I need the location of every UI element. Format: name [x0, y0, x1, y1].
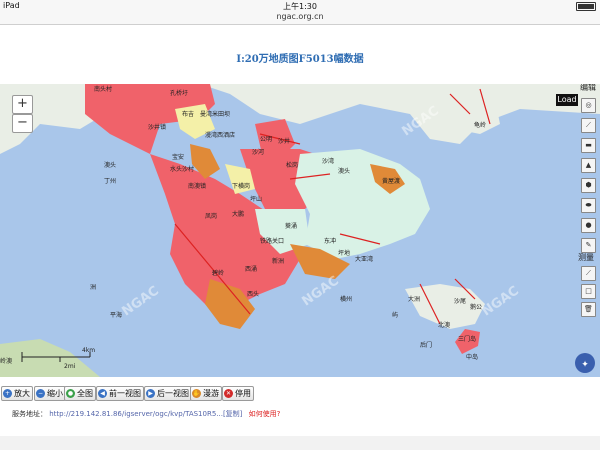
place-label: 东冲: [324, 238, 337, 245]
place-label: 洲: [90, 284, 97, 291]
map-viewport[interactable]: ✦ NGAC NGAC NGAC NGAC 南头村 孔桥圩 布吉 曼湾米田坝 漫…: [0, 84, 600, 377]
service-label: 服务地址：: [12, 410, 47, 418]
place-label: 沙河: [252, 149, 265, 156]
stop-icon: ✕: [224, 389, 233, 398]
battery-icon: [576, 2, 596, 11]
place-label: 沙湾: [322, 158, 335, 165]
place-label: 公明: [260, 136, 273, 143]
pen-tool-icon[interactable]: ✎: [581, 238, 596, 253]
line-tool-icon[interactable]: ⟋: [581, 118, 596, 133]
measure-label: 测量: [578, 253, 594, 262]
back-icon: ◀: [98, 389, 107, 398]
place-label: 鹅公: [470, 304, 483, 311]
place-label: 曼湾米田坝: [200, 111, 231, 118]
address-url: ngac.org.cn: [276, 12, 324, 21]
place-label: 大亚湾: [355, 256, 374, 263]
place-label: 后门: [420, 342, 433, 349]
place-label: 屿: [392, 312, 399, 319]
place-label: 澳头: [104, 162, 117, 169]
previous-view-button[interactable]: ◀ 前一视图: [96, 386, 144, 401]
edit-label: 编辑: [580, 84, 596, 92]
place-label: 漫湾西洒店: [205, 132, 236, 139]
address-bar[interactable]: ngac.org.cn: [0, 11, 600, 25]
place-label: 丁州: [104, 178, 117, 185]
zoom-out-tool-button[interactable]: − 缩小: [34, 386, 66, 401]
clear-measure-icon[interactable]: 🗑: [581, 302, 596, 317]
place-label: 松岗: [286, 162, 299, 169]
measure-area-icon[interactable]: □: [581, 284, 596, 299]
scale-km-label: 4km: [82, 347, 96, 354]
place-label: 北澳: [438, 322, 451, 329]
rect-tool-icon[interactable]: ▬: [581, 138, 596, 153]
place-label: 坪地: [338, 250, 351, 257]
geologic-map: ✦: [0, 84, 600, 377]
place-label: 宝安: [172, 154, 185, 161]
place-label: 沙井镇: [148, 124, 167, 131]
zoom-out-button[interactable]: −: [12, 114, 33, 133]
place-label: 横州: [340, 296, 353, 303]
scale-mi-label: 2mi: [64, 363, 76, 370]
status-bar: iPad 上午1:30: [0, 0, 600, 11]
place-label: 三门岛: [458, 336, 477, 343]
zoom-in-button[interactable]: +: [12, 95, 33, 114]
page-title: I:20万地质图F5013幅数据: [236, 54, 364, 65]
place-label: 西涌: [245, 266, 258, 273]
ellipse-tool-icon[interactable]: ⬬: [581, 198, 596, 213]
unit-light-east: [295, 149, 430, 259]
how-to-use-link[interactable]: 如何使用?: [249, 410, 281, 418]
place-label: 新洲: [272, 258, 285, 265]
place-label: 大鹏: [232, 211, 245, 218]
place-label: 平海: [110, 312, 123, 319]
select-tool-icon[interactable]: ◎: [581, 98, 596, 113]
service-address: 服务地址： http://219.142.81.86/igserver/ogc/…: [12, 409, 280, 419]
place-label: 西头: [247, 291, 260, 298]
bottom-strip: [0, 436, 600, 450]
place-label: 碧岭: [212, 270, 225, 277]
place-label: 下横岗: [232, 183, 251, 190]
forward-icon: ▶: [146, 389, 155, 398]
place-label: 南头村: [94, 86, 113, 93]
place-label: 沙尾: [454, 298, 467, 305]
hand-icon: ✋: [192, 389, 201, 398]
place-label: 葵涌: [285, 223, 298, 230]
place-label: 南澳镇: [188, 183, 207, 190]
zoom-in-tool-button[interactable]: + 放大: [1, 386, 33, 401]
svg-text:✦: ✦: [581, 360, 589, 370]
place-label: 铁路关口: [260, 238, 285, 245]
place-label: 澳头: [338, 168, 351, 175]
place-label: 孔桥圩: [170, 90, 189, 97]
pan-button[interactable]: ✋ 漫游: [190, 386, 222, 401]
place-label: 中岛: [466, 354, 479, 361]
circle-tool-icon[interactable]: ●: [581, 218, 596, 233]
place-label: 水头沙村: [170, 166, 195, 173]
place-label: 坪山: [250, 196, 263, 203]
load-tooltip: Load: [556, 94, 578, 106]
triangle-tool-icon[interactable]: ▲: [581, 158, 596, 173]
service-url-link[interactable]: http://219.142.81.86/igserver/ogc/kvp/TA…: [49, 410, 242, 418]
place-label: 大洲: [408, 296, 421, 303]
place-label: 岭澳: [0, 358, 13, 365]
place-label: 龟岭: [474, 122, 487, 129]
full-extent-button[interactable]: ● 全图: [64, 386, 96, 401]
place-label: 黄屋渡: [382, 178, 401, 185]
place-label: 凤岗: [205, 213, 218, 220]
disable-button[interactable]: ✕ 停用: [222, 386, 254, 401]
zoom-out-icon: −: [36, 389, 45, 398]
polygon-tool-icon[interactable]: ⬢: [581, 178, 596, 193]
next-view-button[interactable]: ▶ 后一视图: [144, 386, 192, 401]
globe-icon: ●: [66, 389, 75, 398]
zoom-in-icon: +: [3, 389, 12, 398]
measure-line-icon[interactable]: ⟋: [581, 266, 596, 281]
place-label: 布吉: [182, 111, 195, 118]
land-bottom-left: [0, 339, 100, 377]
place-label: 沙井: [278, 138, 291, 145]
